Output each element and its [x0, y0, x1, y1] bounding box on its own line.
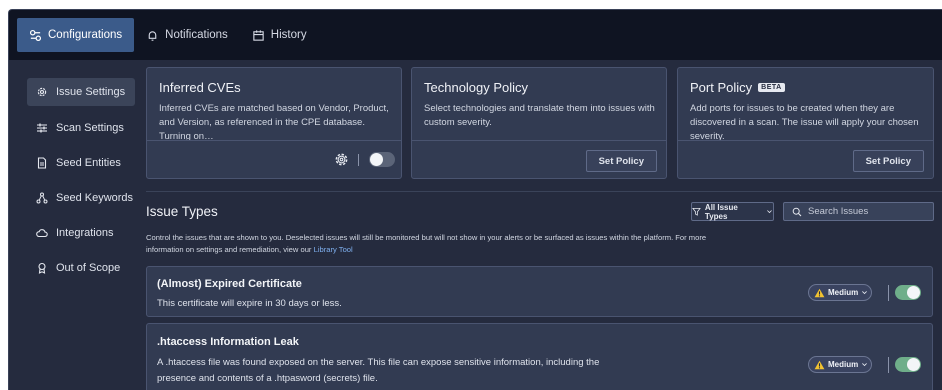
- issue-title: (Almost) Expired Certificate: [157, 278, 302, 290]
- bell-icon: [148, 30, 157, 41]
- divider: [358, 154, 359, 166]
- sliders-icon: [37, 123, 47, 133]
- tab-label: Notifications: [165, 29, 228, 41]
- issue-row-expired-certificate: (Almost) Expired Certificate This certif…: [146, 266, 933, 317]
- issue-description: This certificate will expire in 30 days …: [157, 298, 342, 309]
- sidebar-item-label: Integrations: [56, 227, 114, 239]
- inferred-cves-toggle[interactable]: [369, 152, 395, 167]
- toggle-knob: [907, 286, 920, 299]
- card-title: Port Policy BETA: [690, 80, 785, 95]
- issue-enabled-toggle[interactable]: [895, 285, 921, 300]
- chevron-down-icon: [862, 291, 868, 295]
- search-issues-input[interactable]: [808, 206, 928, 217]
- sidebar: Issue Settings Scan Settings Seed Entiti…: [9, 60, 146, 390]
- card-divider: [678, 140, 933, 141]
- beta-badge: BETA: [758, 83, 785, 92]
- tab-label: Configurations: [48, 29, 123, 41]
- tab-history[interactable]: History: [240, 18, 319, 52]
- severity-dropdown[interactable]: Medium: [808, 356, 872, 373]
- tab-notifications[interactable]: Notifications: [134, 18, 240, 52]
- app-window: Configurations Notifications History Iss…: [8, 9, 942, 390]
- severity-label: Medium: [828, 360, 859, 369]
- cloud-icon: [36, 229, 48, 238]
- configurations-icon: [29, 29, 42, 41]
- divider: [888, 357, 889, 373]
- filter-label: All Issue Types: [704, 202, 738, 221]
- card-description: Add ports for issues to be created when …: [690, 103, 919, 142]
- inferred-cves-card: Inferred CVEs Inferred CVEs are matched …: [146, 67, 402, 179]
- card-divider: [147, 140, 401, 141]
- section-divider: [146, 191, 942, 192]
- issue-enabled-toggle[interactable]: [895, 357, 921, 372]
- gear-icon: [37, 87, 47, 97]
- warning-icon: [814, 360, 825, 369]
- severity-dropdown[interactable]: Medium: [808, 284, 872, 301]
- sidebar-item-label: Scan Settings: [56, 122, 124, 134]
- badge-icon: [38, 262, 46, 274]
- sidebar-item-label: Seed Entities: [56, 157, 121, 169]
- issue-title: .htaccess Information Leak: [157, 336, 299, 348]
- card-title: Technology Policy: [424, 80, 529, 95]
- chevron-down-icon: [767, 210, 772, 214]
- severity-label: Medium: [828, 288, 859, 297]
- tab-configurations[interactable]: Configurations: [17, 18, 135, 52]
- toggle-knob: [370, 153, 383, 166]
- filter-icon: [692, 207, 701, 216]
- library-tool-link[interactable]: Library Tool: [314, 245, 353, 254]
- sidebar-item-label: Out of Scope: [56, 262, 121, 274]
- card-divider: [412, 140, 666, 141]
- technology-policy-card: Technology Policy Select technologies an…: [411, 67, 667, 179]
- chevron-down-icon: [862, 363, 868, 367]
- network-icon: [36, 192, 48, 204]
- issue-row-htaccess-leak: .htaccess Information Leak A .htaccess f…: [146, 323, 933, 390]
- sidebar-item-label: Issue Settings: [56, 86, 126, 98]
- sidebar-item-label: Seed Keywords: [56, 192, 134, 204]
- issue-type-filter-dropdown[interactable]: All Issue Types: [691, 202, 774, 221]
- issue-types-description: Control the issues that are shown to you…: [146, 233, 707, 254]
- sidebar-item-seed-keywords[interactable]: Seed Keywords: [27, 184, 135, 212]
- search-icon: [792, 207, 802, 216]
- search-issues-box: [783, 202, 934, 221]
- sidebar-item-scan-settings[interactable]: Scan Settings: [27, 114, 135, 142]
- card-description: Inferred CVEs are matched based on Vendo…: [159, 103, 389, 142]
- set-port-policy-button[interactable]: Set Policy: [852, 150, 924, 172]
- card-title: Inferred CVEs: [159, 80, 241, 95]
- tab-label: History: [270, 29, 307, 41]
- port-policy-card: Port Policy BETA Add ports for issues to…: [677, 67, 934, 179]
- document-icon: [37, 157, 47, 169]
- warning-icon: [814, 288, 825, 297]
- calendar-icon: [253, 29, 264, 41]
- card-description: Select technologies and translate them i…: [424, 103, 655, 128]
- sidebar-item-out-of-scope[interactable]: Out of Scope: [27, 254, 135, 282]
- sidebar-item-integrations[interactable]: Integrations: [27, 219, 135, 247]
- sidebar-item-seed-entities[interactable]: Seed Entities: [27, 149, 135, 177]
- issue-description: A .htaccess file was found exposed on th…: [157, 357, 600, 384]
- toggle-knob: [907, 358, 920, 371]
- top-nav: Configurations Notifications History: [9, 10, 942, 60]
- set-technology-policy-button[interactable]: Set Policy: [585, 150, 657, 172]
- gear-icon[interactable]: [334, 152, 349, 167]
- sidebar-item-issue-settings[interactable]: Issue Settings: [27, 78, 135, 106]
- issue-types-title: Issue Types: [146, 204, 218, 219]
- divider: [888, 285, 889, 301]
